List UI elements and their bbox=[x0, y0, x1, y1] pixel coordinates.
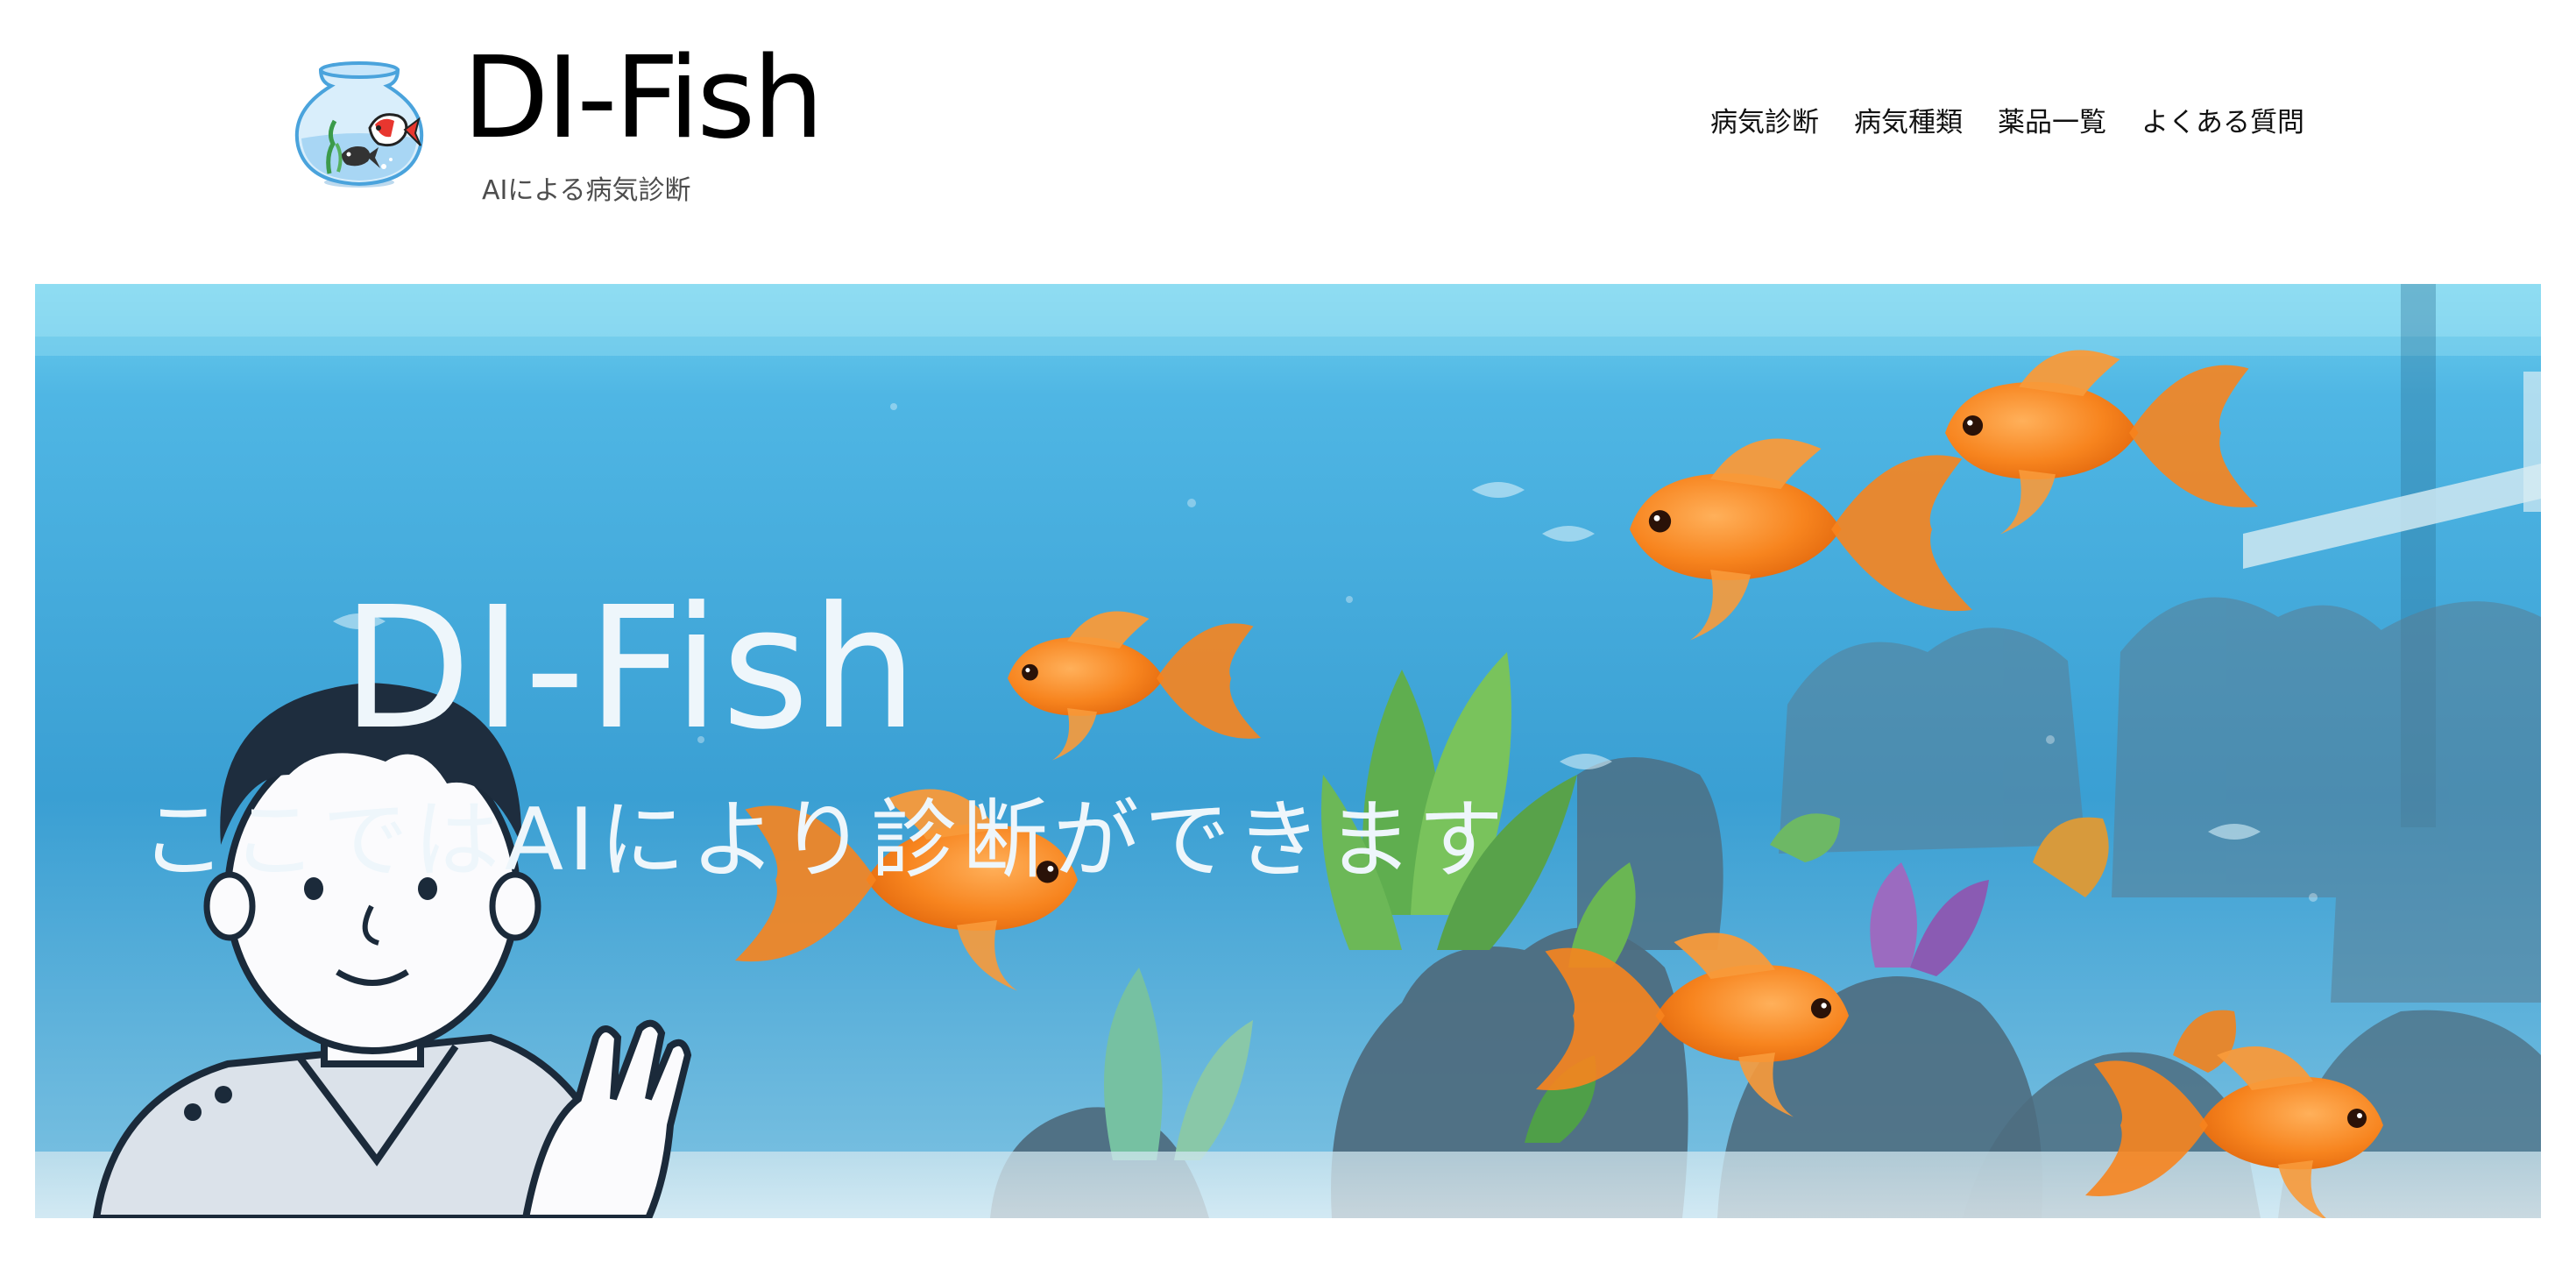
hero-subtitle: ここではAIにより診断ができます bbox=[140, 790, 1509, 890]
page: DI-Fish AIによる病気診断 病気診断 病気種類 薬品一覧 よくある質問 bbox=[0, 0, 2576, 1269]
hero-banner: DI-Fish ここではAIにより診断ができます bbox=[35, 284, 2541, 1218]
main-nav: 病気診断 病気種類 薬品一覧 よくある質問 bbox=[1710, 103, 2304, 142]
nav-item-medicine-list[interactable]: 薬品一覧 bbox=[1998, 103, 2106, 142]
nav-item-faq[interactable]: よくある質問 bbox=[2141, 103, 2304, 142]
goldfish-bowl-icon bbox=[294, 61, 424, 188]
nav-item-diagnosis[interactable]: 病気診断 bbox=[1710, 103, 1819, 142]
nav-item-disease-types[interactable]: 病気種類 bbox=[1854, 103, 1963, 142]
hero-title: DI-Fish bbox=[342, 571, 920, 767]
site-title[interactable]: DI-Fish bbox=[463, 33, 824, 165]
site-tagline: AIによる病気診断 bbox=[482, 175, 691, 206]
